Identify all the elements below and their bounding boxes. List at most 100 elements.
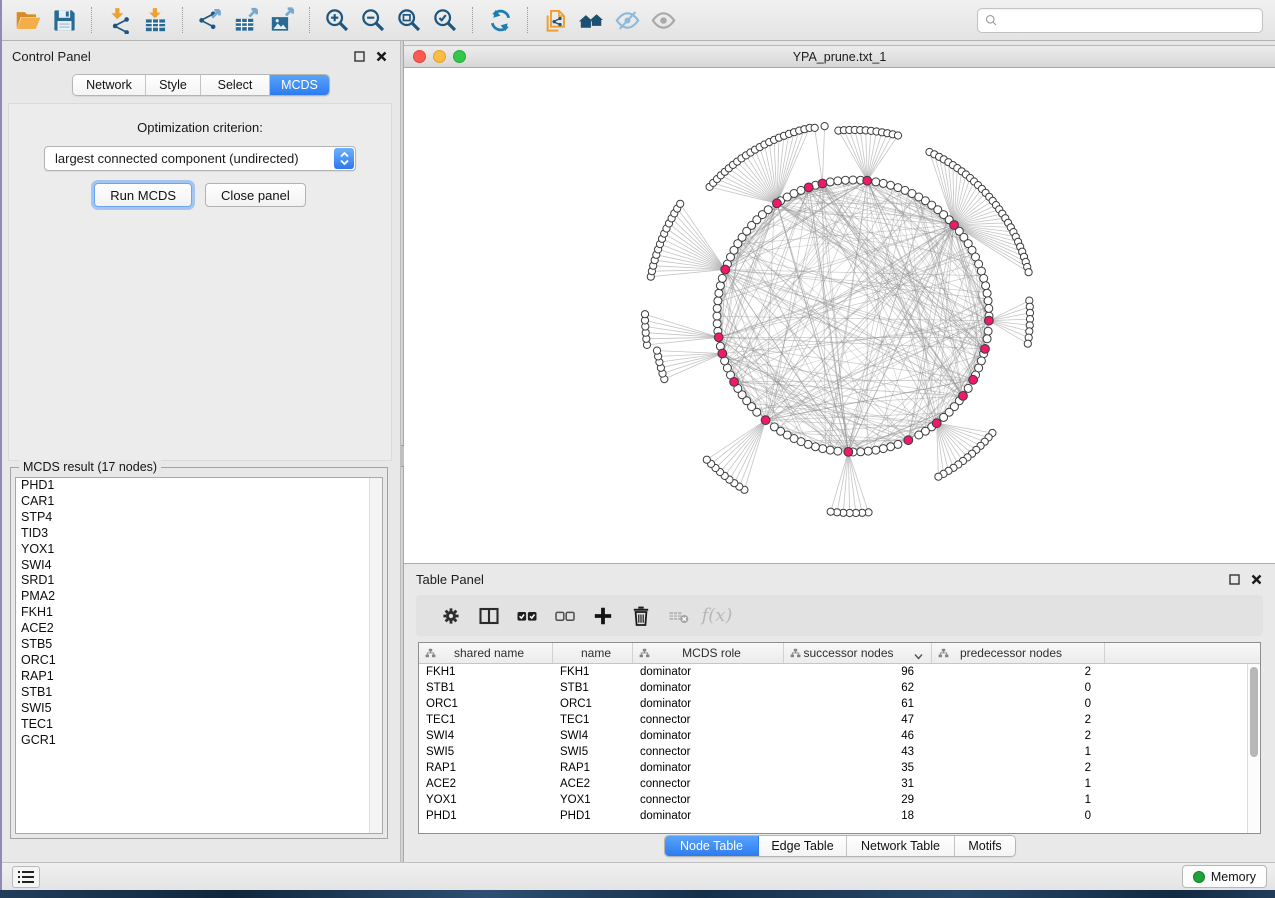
table-cell[interactable]: 18 [784, 808, 932, 824]
graph-mcds-node[interactable] [950, 221, 959, 230]
mcds-result-item[interactable]: ACE2 [16, 621, 382, 637]
graph-node[interactable] [718, 274, 726, 282]
tab-node-table[interactable]: Node Table [665, 836, 759, 856]
graph-node[interactable] [984, 327, 992, 335]
table-cell[interactable]: 43 [784, 744, 932, 760]
table-cell[interactable]: SWI5 [553, 744, 633, 760]
table-cell[interactable]: STB1 [553, 680, 633, 696]
table-cell[interactable]: 2 [932, 664, 1105, 680]
column-settings-icon[interactable] [432, 600, 470, 632]
graph-mcds-node[interactable] [773, 199, 782, 208]
table-cell[interactable]: dominator [633, 680, 784, 696]
graph-node[interactable] [713, 304, 721, 312]
tab-edge-table[interactable]: Edge Table [759, 836, 847, 856]
column-header-successor-nodes[interactable]: successor nodes [784, 643, 932, 663]
graph-node[interactable] [811, 443, 819, 451]
table-row[interactable]: SWI4SWI4dominator462 [419, 728, 1260, 744]
graph-node[interactable] [984, 297, 992, 305]
graph-leaf-node[interactable] [811, 124, 818, 131]
table-cell[interactable]: 61 [784, 696, 932, 712]
table-cell[interactable]: FKH1 [419, 664, 553, 680]
mcds-result-item[interactable]: RAP1 [16, 669, 382, 685]
mcds-result-item[interactable]: PHD1 [16, 478, 382, 494]
table-cell[interactable]: 62 [784, 680, 932, 696]
column-header-predecessor-nodes[interactable]: predecessor nodes [932, 643, 1105, 663]
graph-node[interactable] [879, 445, 887, 453]
graph-node[interactable] [983, 335, 991, 343]
memory-button[interactable]: Memory [1182, 865, 1267, 888]
import-network-icon[interactable] [101, 4, 137, 36]
graph-mcds-node[interactable] [932, 419, 941, 428]
result-list-scrollbar[interactable] [369, 478, 382, 833]
table-cell[interactable]: SWI4 [553, 728, 633, 744]
graph-node[interactable] [915, 431, 923, 439]
first-neighbors-icon[interactable] [573, 4, 609, 36]
duplicate-network-icon[interactable] [537, 4, 573, 36]
graph-node[interactable] [849, 176, 857, 184]
graph-node[interactable] [714, 297, 722, 305]
graph-node[interactable] [819, 445, 827, 453]
float-panel-icon[interactable] [353, 50, 366, 63]
graph-leaf-node[interactable] [677, 200, 684, 207]
graph-node[interactable] [797, 186, 805, 194]
mcds-result-item[interactable]: CAR1 [16, 494, 382, 510]
graph-mcds-node[interactable] [985, 316, 994, 325]
graph-leaf-node[interactable] [827, 508, 834, 515]
table-cell[interactable]: connector [633, 712, 784, 728]
table-cell[interactable]: 2 [932, 760, 1105, 776]
graph-mcds-node[interactable] [761, 416, 770, 425]
table-cell[interactable]: PHD1 [553, 808, 633, 824]
graph-mcds-node[interactable] [959, 392, 968, 401]
table-cell[interactable]: 0 [932, 696, 1105, 712]
column-header-mcds-role[interactable]: MCDS role [633, 643, 784, 663]
table-cell[interactable]: 46 [784, 728, 932, 744]
network-canvas[interactable] [404, 68, 1275, 564]
zoom-fit-icon[interactable] [391, 4, 427, 36]
table-cell[interactable]: dominator [633, 760, 784, 776]
graph-mcds-node[interactable] [804, 183, 813, 192]
table-cell[interactable]: connector [633, 744, 784, 760]
table-cell[interactable]: 0 [932, 808, 1105, 824]
graph-mcds-node[interactable] [981, 345, 990, 354]
graph-node[interactable] [713, 312, 721, 320]
tab-select[interactable]: Select [201, 75, 270, 95]
graph-node[interactable] [764, 206, 772, 214]
graph-mcds-node[interactable] [844, 448, 853, 457]
table-cell[interactable]: 1 [932, 744, 1105, 760]
close-table-panel-icon[interactable] [1250, 573, 1263, 586]
graph-node[interactable] [872, 446, 880, 454]
search-box[interactable] [977, 8, 1263, 33]
graph-node[interactable] [887, 181, 895, 189]
graph-node[interactable] [940, 413, 948, 421]
network-window-titlebar[interactable]: YPA_prune.txt_1 [404, 46, 1275, 68]
mcds-result-item[interactable]: GCR1 [16, 733, 382, 749]
table-cell[interactable]: YOX1 [419, 792, 553, 808]
graph-node[interactable] [894, 440, 902, 448]
graph-node[interactable] [826, 446, 834, 454]
export-image-icon[interactable] [264, 4, 300, 36]
table-cell[interactable]: 35 [784, 760, 932, 776]
graph-mcds-node[interactable] [714, 333, 723, 342]
table-cell[interactable]: YOX1 [553, 792, 633, 808]
graph-leaf-node[interactable] [703, 456, 710, 463]
graph-node[interactable] [841, 176, 849, 184]
graph-node[interactable] [834, 177, 842, 185]
graph-node[interactable] [879, 179, 887, 187]
graph-leaf-node[interactable] [894, 132, 901, 139]
zoom-out-icon[interactable] [355, 4, 391, 36]
network-graph[interactable] [404, 68, 1275, 564]
graph-mcds-node[interactable] [818, 179, 827, 188]
mcds-result-item[interactable]: STB5 [16, 637, 382, 653]
tab-motifs[interactable]: Motifs [955, 836, 1015, 856]
tab-network[interactable]: Network [73, 75, 146, 95]
mcds-result-item[interactable]: FKH1 [16, 605, 382, 621]
graph-node[interactable] [980, 274, 988, 282]
table-cell[interactable]: ACE2 [553, 776, 633, 792]
table-cell[interactable]: 1 [932, 792, 1105, 808]
delete-icon[interactable] [622, 600, 660, 632]
deselect-all-icon[interactable] [546, 600, 584, 632]
tab-style[interactable]: Style [146, 75, 201, 95]
graph-node[interactable] [864, 447, 872, 455]
table-cell[interactable]: RAP1 [553, 760, 633, 776]
add-icon[interactable] [584, 600, 622, 632]
